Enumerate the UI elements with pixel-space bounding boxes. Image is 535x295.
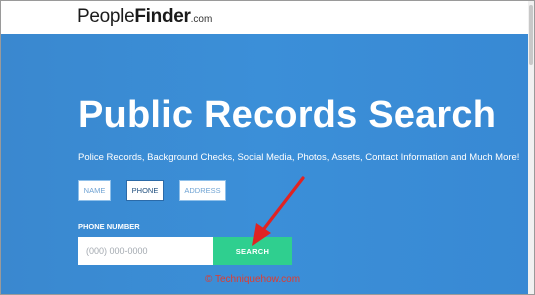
logo-text-finder: Finder	[134, 6, 191, 27]
tab-phone[interactable]: PHONE	[126, 180, 164, 201]
phone-number-label: PHONE NUMBER	[78, 222, 140, 231]
tab-name[interactable]: NAME	[78, 180, 111, 201]
tab-address[interactable]: ADDRESS	[179, 180, 226, 201]
watermark-text: © Techniquehow.com	[205, 274, 301, 285]
logo-text-people: People	[77, 6, 135, 27]
scrollbar-thumb[interactable]	[529, 5, 533, 65]
phone-number-input[interactable]	[78, 237, 213, 265]
vertical-scrollbar[interactable]	[528, 1, 534, 294]
logo-text-domain: .com	[190, 14, 213, 25]
page-subtitle: Police Records, Background Checks, Socia…	[78, 152, 520, 163]
page-title: Public Records Search	[78, 94, 497, 136]
arrow-shaft	[261, 176, 305, 232]
peoplefinder-logo[interactable]: PeopleFinder.com	[77, 6, 212, 28]
browser-frame: PeopleFinder.com Public Records Search P…	[0, 0, 535, 295]
site-header: PeopleFinder.com	[1, 1, 534, 34]
search-button[interactable]: SEARCH	[213, 237, 292, 265]
hero-section: Public Records Search Police Records, Ba…	[1, 34, 528, 294]
